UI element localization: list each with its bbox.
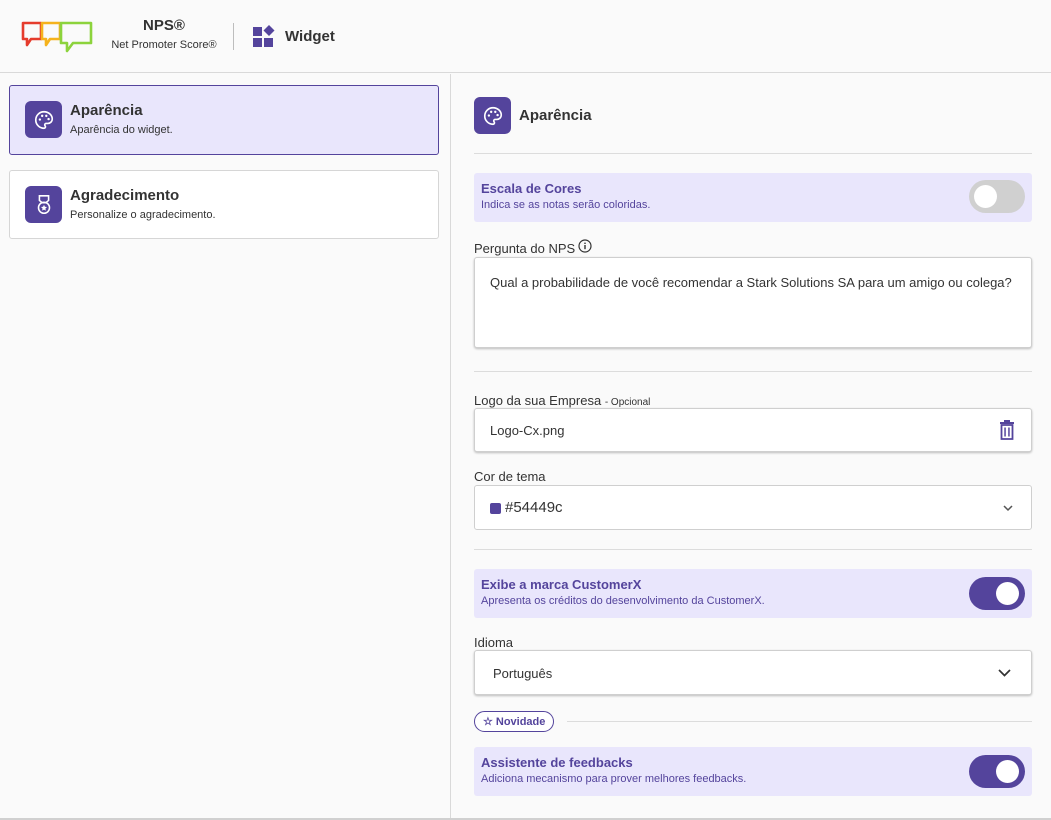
palette-icon	[474, 97, 511, 134]
sidebar-item-agradecimento[interactable]: Agradecimento Personalize o agradeciment…	[9, 170, 439, 239]
language-select[interactable]: Português	[474, 650, 1032, 695]
color-scale-toggle[interactable]	[969, 180, 1025, 213]
divider	[474, 549, 1032, 550]
toggle-knob	[974, 185, 997, 208]
color-scale-title: Escala de Cores	[481, 181, 582, 196]
logo-filename: Logo-Cx.png	[490, 423, 565, 438]
top-header: NPS® Net Promoter Score® Widget	[0, 0, 1051, 73]
color-scale-subtitle: Indica se as notas serão coloridas.	[481, 199, 651, 211]
chevron-down-icon	[998, 669, 1011, 677]
theme-color-value: #54449c	[505, 499, 563, 516]
chevron-down-icon	[1003, 505, 1013, 512]
sidebar-item-title: Agradecimento	[70, 187, 180, 204]
question-label-text: Pergunta do NPS	[474, 241, 576, 256]
palette-icon	[25, 101, 62, 138]
theme-color-select[interactable]: #54449c	[474, 485, 1032, 530]
divider	[474, 371, 1032, 372]
branding-subtitle: Apresenta os créditos do desenvolvimento…	[481, 595, 765, 607]
logo-label: Logo da sua Empresa - Opcional	[474, 393, 650, 408]
settings-sidebar: Aparência Aparência do widget. Agradecim…	[0, 74, 451, 820]
sidebar-item-title: Aparência	[70, 102, 143, 119]
section-title: Aparência	[519, 107, 592, 124]
brand-title: NPS®	[143, 17, 185, 34]
trash-icon[interactable]	[998, 420, 1016, 440]
customerx-logo-icon	[21, 21, 93, 53]
theme-color-label: Cor de tema	[474, 469, 546, 484]
medal-icon	[25, 186, 62, 223]
sidebar-item-subtitle: Aparência do widget.	[70, 124, 173, 136]
sidebar-item-subtitle: Personalize o agradecimento.	[70, 209, 216, 221]
settings-content: Aparência Escala de Cores Indica se as n…	[452, 74, 1051, 820]
language-label: Idioma	[474, 635, 514, 650]
divider	[474, 153, 1032, 154]
brand-subtitle: Net Promoter Score®	[111, 39, 217, 51]
question-label: Pergunta do NPS	[474, 241, 575, 256]
info-icon[interactable]	[578, 239, 592, 253]
assistant-subtitle: Adiciona mecanismo para prover melhores …	[481, 773, 747, 785]
section-label: Widget	[285, 28, 335, 45]
sidebar-item-aparencia[interactable]: Aparência Aparência do widget.	[9, 85, 439, 155]
assistant-row: Assistente de feedbacks Adiciona mecanis…	[474, 747, 1032, 796]
widgets-icon	[253, 25, 275, 47]
assistant-toggle[interactable]	[969, 755, 1025, 788]
optional-tag: - Opcional	[604, 397, 651, 408]
header-divider	[233, 23, 234, 50]
star-icon: ☆	[483, 716, 493, 728]
brand-block: NPS® Net Promoter Score®	[110, 17, 218, 51]
logo-field[interactable]: Logo-Cx.png	[474, 408, 1032, 452]
assistant-title: Assistente de feedbacks	[481, 755, 633, 770]
language-value: Português	[493, 666, 553, 681]
toggle-knob	[996, 582, 1019, 605]
color-scale-row: Escala de Cores Indica se as notas serão…	[474, 173, 1032, 222]
badge-label: Novidade	[495, 715, 546, 728]
divider	[567, 721, 1032, 722]
logo-label-text: Logo da sua Empresa	[474, 393, 602, 408]
branding-row: Exibe a marca CustomerX Apresenta os cré…	[474, 569, 1032, 618]
branding-toggle[interactable]	[969, 577, 1025, 610]
question-textarea[interactable]: Qual a probabilidade de você recomendar …	[474, 257, 1032, 348]
branding-title: Exibe a marca CustomerX	[481, 577, 642, 592]
color-swatch	[490, 503, 501, 514]
new-feature-badge: ☆ Novidade	[474, 711, 555, 732]
question-text: Qual a probabilidade de você recomendar …	[490, 275, 1012, 290]
toggle-knob	[996, 760, 1019, 783]
